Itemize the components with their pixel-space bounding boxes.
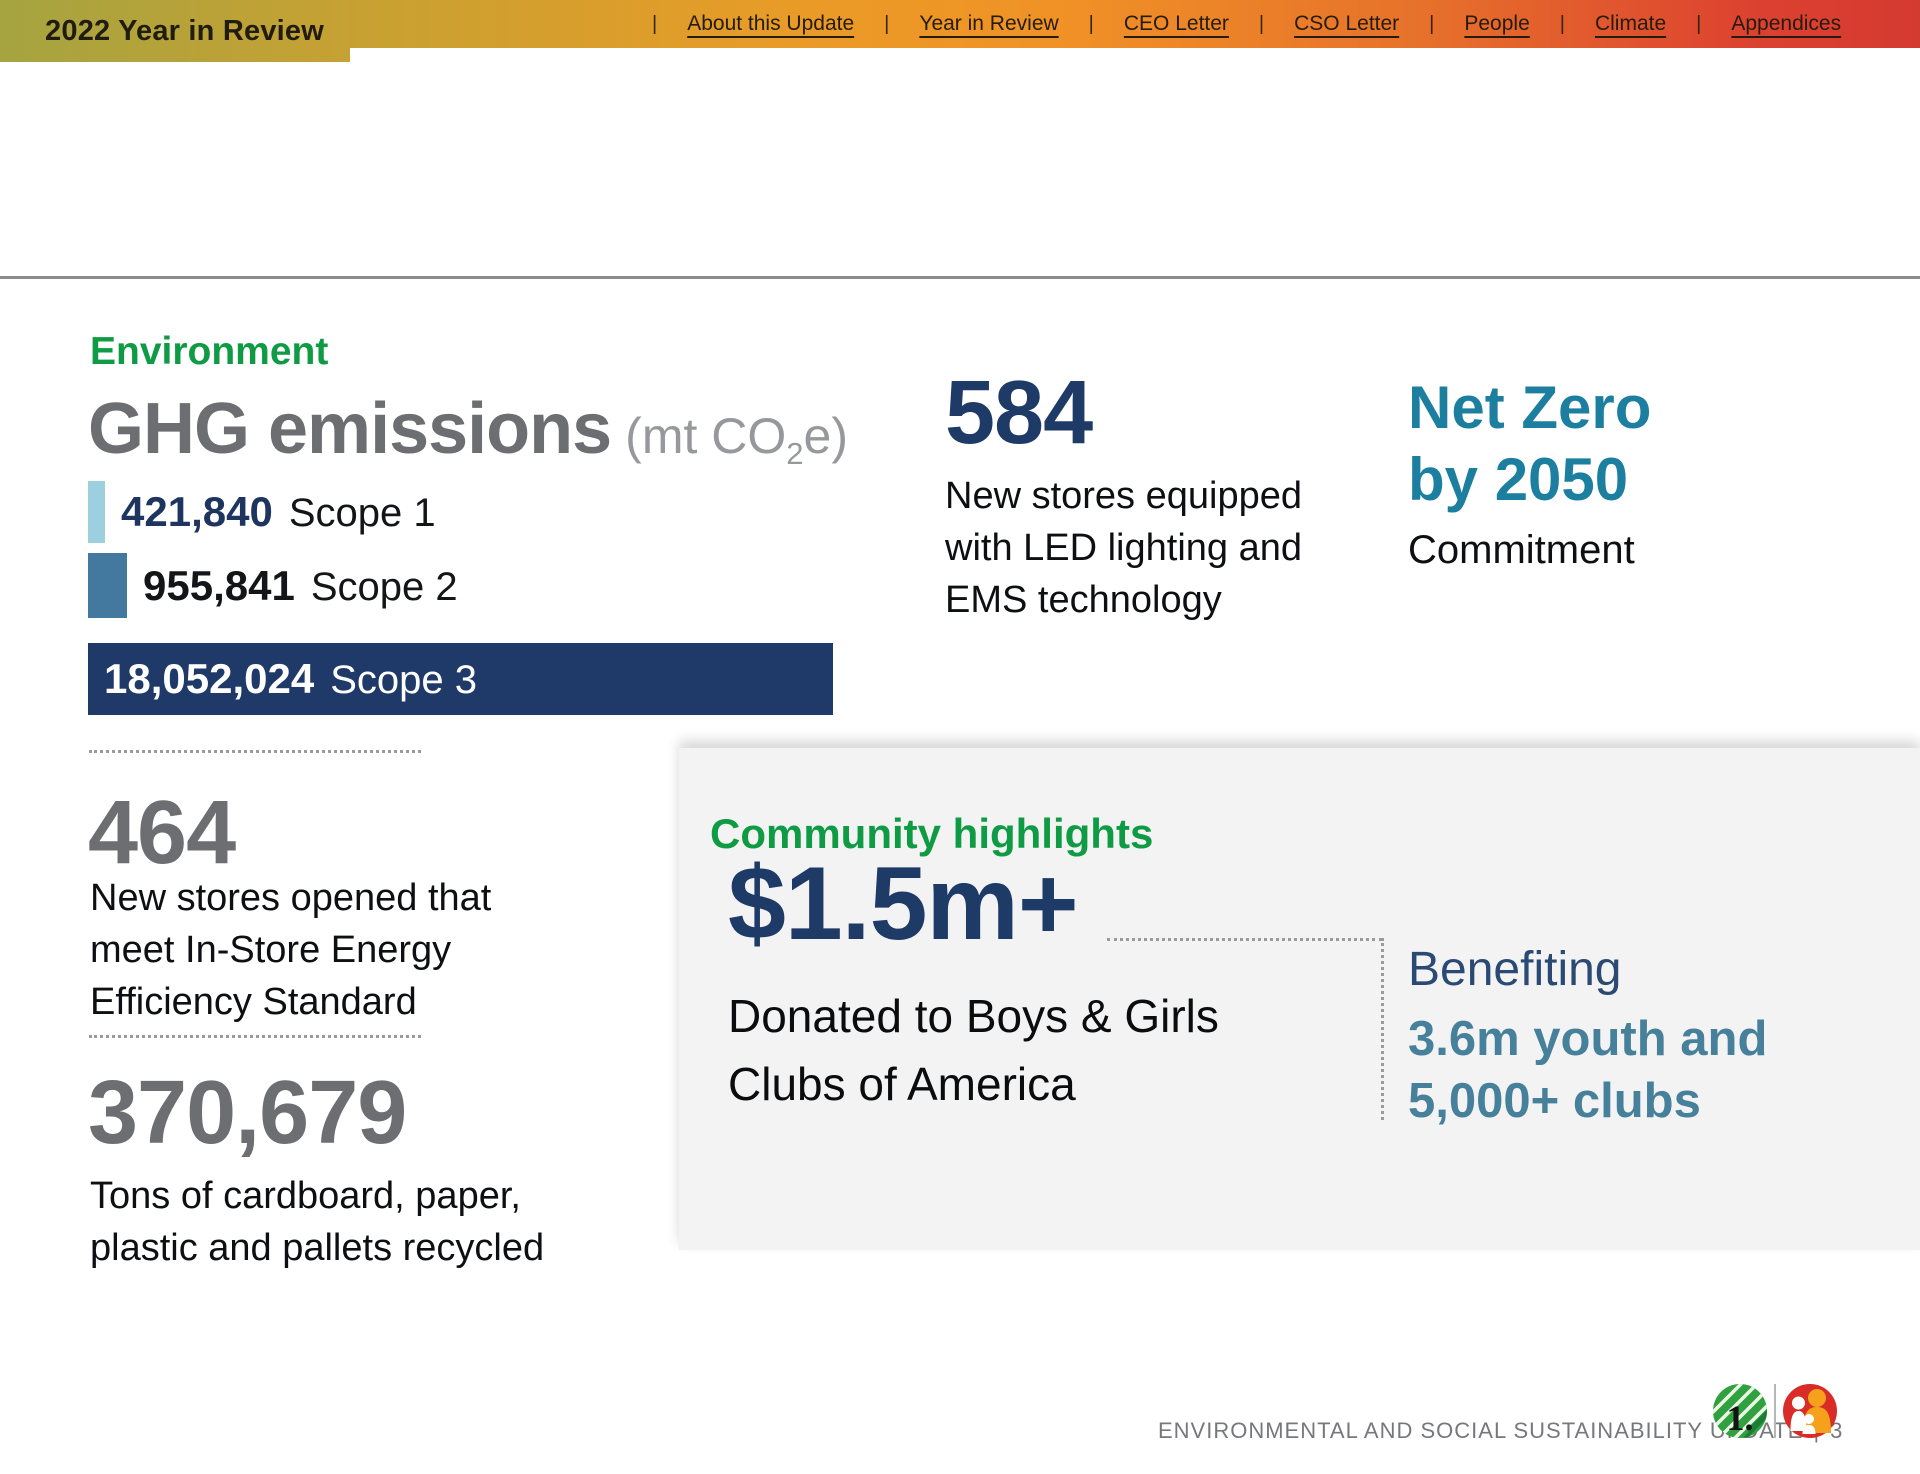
nav-link-ceo-letter[interactable]: CEO Letter [1124, 12, 1229, 36]
nav-link-year-in-review[interactable]: Year in Review [919, 12, 1058, 36]
net-zero-heading: Net Zero by 2050 [1408, 372, 1651, 516]
ghg-label-scope1: 421,840 Scope 1 [121, 488, 436, 536]
ghg-bar-row-scope1: 421,840 Scope 1 [88, 481, 436, 543]
ghg-bar-scope2 [88, 553, 127, 618]
ghg-unit: (mt CO2e) [625, 408, 848, 464]
stat-464-caption: New stores opened that meet In-Store Ene… [90, 872, 491, 1028]
environment-heading: Environment [90, 330, 328, 374]
footer-report-title: ENVIRONMENTAL AND SOCIAL SUSTAINABILITY … [1158, 1418, 1803, 1443]
report-page: | About this Update | Year in Review | CEO Le… [0, 0, 1920, 1474]
nav-separator: | [1429, 13, 1434, 36]
ghg-value-scope1: 421,840 [121, 488, 273, 536]
ghg-bar-row-scope3: 18,052,024 Scope 3 [88, 643, 833, 715]
stat-584-value: 584 [945, 368, 1092, 458]
top-nav: | About this Update | Year in Review | CEO Le… [622, 0, 1841, 48]
stat-370679-value: 370,679 [88, 1068, 406, 1158]
ghg-label-scope3: 18,052,024 Scope 3 [104, 655, 477, 703]
ghg-bar-row-scope2: 955,841 Scope 2 [88, 553, 458, 618]
header-divider [0, 276, 1920, 279]
nav-link-people[interactable]: People [1464, 12, 1529, 36]
nav-link-climate[interactable]: Climate [1595, 12, 1666, 36]
stat-464-value: 464 [88, 788, 235, 878]
dotted-connector-vertical [1381, 938, 1384, 1120]
ghg-label-scope2: 955,841 Scope 2 [143, 562, 458, 610]
dollar-tree-logo-icon: 1. [1712, 1383, 1768, 1439]
ghg-category-scope3: Scope 3 [330, 658, 477, 703]
net-zero-caption: Commitment [1408, 528, 1635, 573]
nav-separator: | [1696, 13, 1701, 36]
dotted-divider-2 [89, 1035, 421, 1038]
logo-divider [1774, 1384, 1776, 1438]
donation-value: $1.5m+ [728, 852, 1078, 956]
benefit-label: Benefiting [1408, 942, 1622, 997]
year-in-review-tab[interactable]: 2022 Year in Review [0, 0, 350, 62]
ghg-category-scope2: Scope 2 [311, 565, 458, 610]
nav-link-appendices[interactable]: Appendices [1731, 12, 1841, 36]
ghg-bar-scope3: 18,052,024 Scope 3 [88, 643, 833, 715]
nav-separator: | [1089, 13, 1094, 36]
dotted-connector-horizontal [1107, 938, 1382, 941]
nav-separator: | [884, 13, 889, 36]
nav-separator: | [1560, 13, 1565, 36]
ghg-title-text: GHG emissions [88, 389, 611, 469]
ghg-value-scope3: 18,052,024 [104, 655, 314, 703]
family-dollar-logo-icon [1782, 1383, 1838, 1439]
nav-separator: | [1259, 13, 1264, 36]
benefit-lines: 3.6m youth and 5,000+ clubs [1408, 1008, 1767, 1132]
page-title: 2022 Year in Review [45, 15, 324, 48]
ghg-bar-scope1 [88, 481, 105, 543]
stat-370679-caption: Tons of cardboard, paper, plastic and pa… [90, 1170, 544, 1274]
ghg-category-scope1: Scope 1 [289, 491, 436, 536]
ghg-emissions-title: GHG emissions(mt CO2e) [88, 388, 848, 472]
ghg-value-scope2: 955,841 [143, 562, 295, 610]
footer-logos: 1. [1712, 1383, 1838, 1439]
svg-text:1.: 1. [1727, 1398, 1754, 1438]
donation-caption: Donated to Boys & Girls Clubs of America [728, 982, 1219, 1118]
stat-584-caption: New stores equipped with LED lighting an… [945, 470, 1302, 626]
nav-link-cso-letter[interactable]: CSO Letter [1294, 12, 1399, 36]
nav-separator: | [652, 13, 657, 36]
dotted-divider-1 [89, 750, 421, 753]
nav-link-about-this-update[interactable]: About this Update [687, 12, 854, 36]
